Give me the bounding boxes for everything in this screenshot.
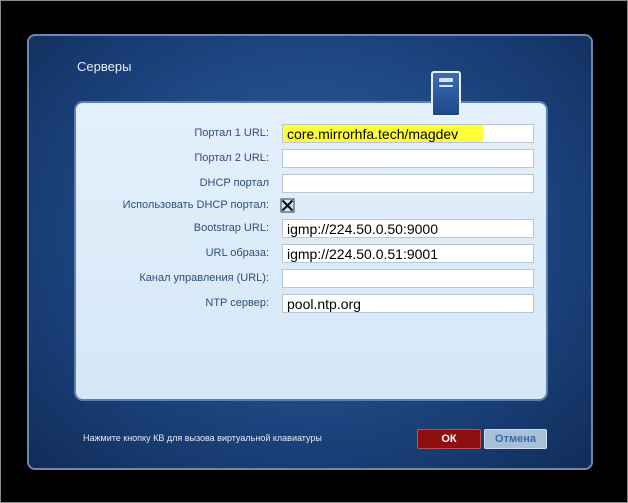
dhcp-portal-row: DHCP портал [76, 174, 550, 194]
dialog-title: Серверы [77, 59, 132, 74]
cancel-button[interactable]: Отмена [484, 429, 547, 449]
virtual-keyboard-hint: Нажмите кнопку КВ для вызова виртуальной… [83, 433, 322, 443]
portal2-row: Портал 2 URL: [76, 149, 550, 169]
control-channel-row: Канал управления (URL): [76, 269, 550, 289]
servers-form-panel: Портал 1 URL: core.mirrorhfa.tech/magdev… [74, 101, 548, 401]
server-icon [431, 71, 461, 117]
portal2-label: Портал 2 URL: [194, 152, 269, 164]
ok-button[interactable]: ОК [417, 429, 481, 449]
bootstrap-url-input[interactable]: igmp://224.50.0.50:9000 [282, 219, 534, 238]
image-url-input[interactable]: igmp://224.50.0.51:9001 [282, 244, 534, 263]
dhcp-portal-input[interactable] [282, 174, 534, 193]
portal1-url-input[interactable]: core.mirrorhfa.tech/magdev [282, 124, 534, 143]
control-channel-label: Канал управления (URL): [139, 272, 269, 284]
ntp-server-label: NTP сервер: [205, 297, 269, 309]
portal1-label: Портал 1 URL: [194, 127, 269, 139]
use-dhcp-portal-label: Использовать DHCP портал: [122, 199, 269, 211]
image-url-label: URL образа: [205, 247, 269, 259]
image-url-row: URL образа: igmp://224.50.0.51:9001 [76, 244, 550, 264]
servers-dialog: Серверы Портал 1 URL: core.mirrorhfa.tec… [27, 34, 593, 470]
bootstrap-url-label: Bootstrap URL: [193, 222, 269, 234]
portal2-url-input[interactable] [282, 149, 534, 168]
control-channel-url-input[interactable] [282, 269, 534, 288]
ntp-server-input[interactable]: pool.ntp.org [282, 294, 534, 313]
portal1-row: Портал 1 URL: core.mirrorhfa.tech/magdev [76, 124, 550, 144]
bootstrap-url-row: Bootstrap URL: igmp://224.50.0.50:9000 [76, 219, 550, 239]
use-dhcp-portal-checkbox[interactable] [280, 198, 295, 213]
use-dhcp-portal-row: Использовать DHCP портал: [76, 196, 550, 216]
ntp-server-row: NTP сервер: pool.ntp.org [76, 294, 550, 314]
dhcp-portal-label: DHCP портал [199, 177, 269, 189]
